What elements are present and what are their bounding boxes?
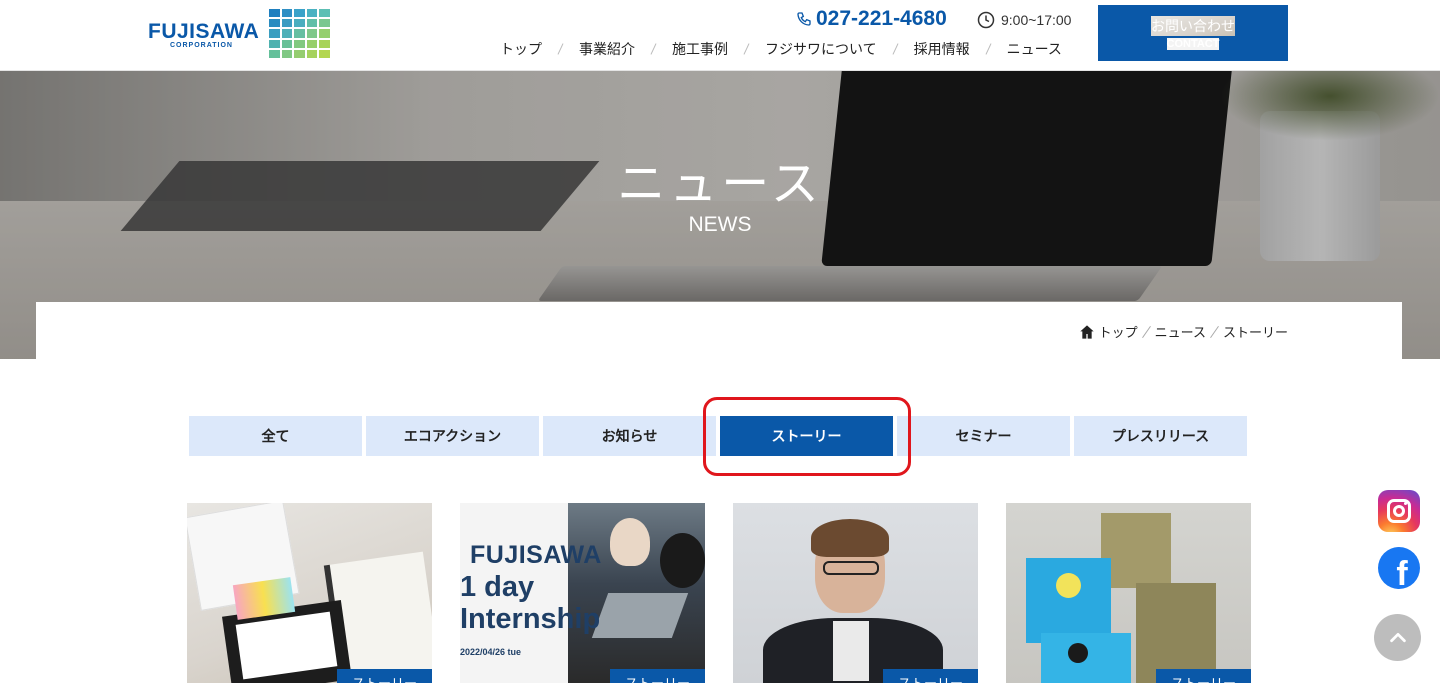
breadcrumb-item-news[interactable]: ニュース <box>1155 322 1206 341</box>
tab-seminar[interactable]: セミナー <box>897 416 1070 456</box>
card-category-badge: ストーリー <box>883 669 978 683</box>
tab-story[interactable]: ストーリー <box>720 416 893 456</box>
news-card-list: ストーリー FUJISAWA 1 day Internship 2022/04/… <box>187 503 1251 683</box>
news-card[interactable]: ストーリー <box>187 503 432 683</box>
breadcrumb-divider <box>1141 325 1151 338</box>
home-icon <box>1079 324 1094 339</box>
tab-press-release[interactable]: プレスリリース <box>1074 416 1247 456</box>
breadcrumb-item-current: ストーリー <box>1222 325 1288 340</box>
nav-item-business[interactable]: 事業紹介 <box>579 39 635 59</box>
card-thumbnail <box>733 503 978 683</box>
contact-label-jp: お問い合わせ <box>1151 16 1235 36</box>
category-tabs: 全て エコアクション お知らせ ストーリー セミナー プレスリリース <box>189 416 1247 456</box>
card-category-badge: ストーリー <box>1156 669 1251 683</box>
card-thumbnail: FUJISAWA 1 day Internship 2022/04/26 tue <box>460 503 705 683</box>
contact-button[interactable]: お問い合わせ CONTACT <box>1098 5 1288 61</box>
instagram-icon[interactable] <box>1378 490 1420 532</box>
nav-item-recruit[interactable]: 採用情報 <box>914 39 970 59</box>
nav-item-news[interactable]: ニュース <box>1007 39 1062 59</box>
thumb-laptop <box>591 593 689 638</box>
site-header: FUJISAWA CORPORATION 027-221-4680 9:00~1… <box>0 0 1440 71</box>
breadcrumb: トップ ニュース ストーリー <box>1079 322 1288 341</box>
nav-divider <box>650 43 657 55</box>
instagram-lens <box>1393 505 1405 517</box>
thumb-person <box>660 533 705 588</box>
breadcrumb-panel: トップ ニュース ストーリー <box>36 302 1402 362</box>
instagram-pin <box>1404 502 1407 505</box>
thumb-glasses <box>823 561 879 575</box>
nav-item-about[interactable]: フジサワについて <box>765 39 877 59</box>
thumb-box <box>1136 583 1216 683</box>
phone-number-link[interactable]: 027-221-4680 <box>796 6 947 32</box>
logo-grid-icon <box>269 9 330 58</box>
thumb-shirt <box>833 621 869 681</box>
phone-number: 027-221-4680 <box>816 7 947 30</box>
tab-all[interactable]: 全て <box>189 416 362 456</box>
thumb-text: FUJISAWA <box>470 541 602 569</box>
phone-icon <box>797 12 811 26</box>
tab-eco-action[interactable]: エコアクション <box>366 416 539 456</box>
nav-divider <box>743 43 750 55</box>
news-card[interactable]: ストーリー <box>1006 503 1251 683</box>
thumb-dot <box>1056 573 1081 598</box>
page-subtitle: NEWS <box>688 213 752 236</box>
contact-label-en: CONTACT <box>1166 38 1220 50</box>
thumb-date: 2022/04/26 tue <box>460 647 522 657</box>
page-title: ニュース <box>617 158 823 211</box>
logo-subtext: CORPORATION <box>170 42 233 49</box>
nav-divider <box>557 43 564 55</box>
thumb-text: Internship <box>460 603 601 635</box>
logo-text: FUJISAWA <box>148 20 260 43</box>
thumb-hair <box>811 519 889 557</box>
nav-item-works[interactable]: 施工事例 <box>672 39 728 59</box>
chevron-up-icon <box>1389 632 1406 642</box>
nav-divider <box>892 43 899 55</box>
business-hours: 9:00~17:00 <box>977 9 1071 31</box>
site-logo[interactable]: FUJISAWA CORPORATION <box>148 8 333 60</box>
nav-item-top[interactable]: トップ <box>500 39 542 59</box>
thumb-text: 1 day <box>460 571 535 603</box>
breadcrumb-item-top[interactable]: トップ <box>1099 322 1138 341</box>
breadcrumb-divider <box>1210 325 1219 338</box>
facebook-icon[interactable]: f <box>1378 547 1420 589</box>
card-thumbnail <box>1006 503 1251 683</box>
nav-divider <box>985 43 992 55</box>
news-card[interactable]: FUJISAWA 1 day Internship 2022/04/26 tue… <box>460 503 705 683</box>
card-category-badge: ストーリー <box>337 669 432 683</box>
thumb-person <box>610 518 650 566</box>
thumb-dot <box>1068 643 1088 663</box>
tab-notice[interactable]: お知らせ <box>543 416 716 456</box>
news-card[interactable]: ストーリー <box>733 503 978 683</box>
thumb-box <box>1026 558 1111 643</box>
hours-text: 9:00~17:00 <box>1001 12 1072 28</box>
thumb-box <box>1101 513 1171 588</box>
card-category-badge: ストーリー <box>610 669 705 683</box>
back-to-top-button[interactable] <box>1374 614 1421 661</box>
facebook-glyph: f <box>1396 555 1408 589</box>
clock-icon <box>977 11 995 29</box>
main-nav: トップ 事業紹介 施工事例 フジサワについて 採用情報 ニュース <box>500 38 1062 60</box>
card-thumbnail <box>187 503 432 683</box>
